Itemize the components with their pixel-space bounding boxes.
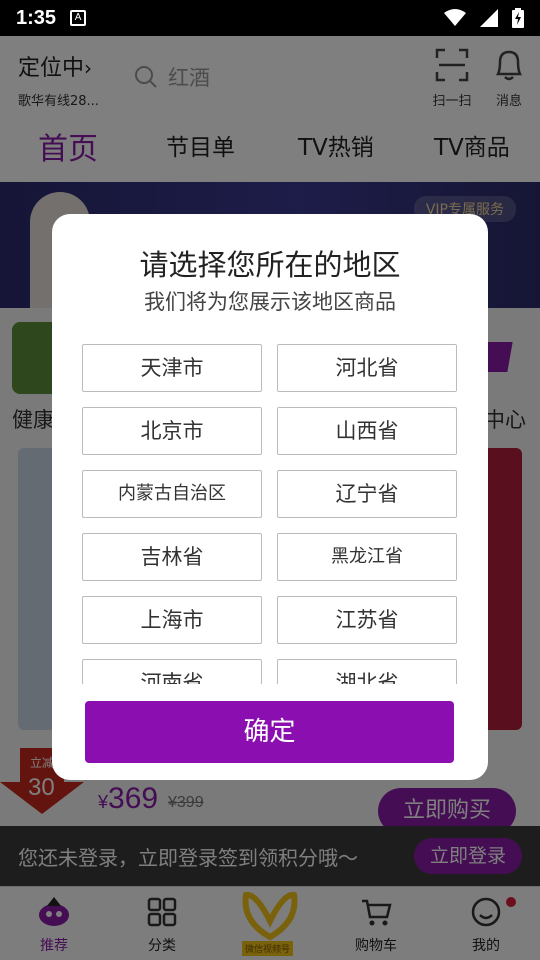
region-option[interactable]: 河南省 <box>82 659 262 684</box>
region-option[interactable]: 山西省 <box>277 407 457 455</box>
dialog-subtitle: 我们将为您展示该地区商品 <box>144 290 396 314</box>
region-option[interactable]: 北京市 <box>82 407 262 455</box>
region-option[interactable]: 吉林省 <box>82 533 262 581</box>
wifi-icon <box>444 9 466 26</box>
region-option[interactable]: 天津市 <box>82 344 262 392</box>
region-option[interactable]: 湖北省 <box>277 659 457 684</box>
confirm-button[interactable]: 确定 <box>85 701 454 763</box>
status-time: 1:35 <box>16 6 57 29</box>
region-option[interactable]: 上海市 <box>82 596 262 644</box>
status-bar: 1:35 A <box>0 0 540 36</box>
region-list[interactable]: 天津市 河北省 北京市 山西省 内蒙古自治区 辽宁省 吉林省 黑龙江省 上海市 … <box>82 344 458 684</box>
region-select-dialog: 请选择您所在的地区 我们将为您展示该地区商品 天津市 河北省 北京市 山西省 内… <box>52 214 488 780</box>
cellular-signal-icon <box>480 9 498 27</box>
region-option[interactable]: 黑龙江省 <box>277 533 457 581</box>
region-option[interactable]: 河北省 <box>277 344 457 392</box>
battery-charging-icon <box>512 8 524 28</box>
dialog-title: 请选择您所在的地区 <box>139 248 401 282</box>
sim-icon: A <box>70 10 87 26</box>
region-option[interactable]: 辽宁省 <box>277 470 457 518</box>
region-option[interactable]: 江苏省 <box>277 596 457 644</box>
region-option[interactable]: 内蒙古自治区 <box>82 470 262 518</box>
